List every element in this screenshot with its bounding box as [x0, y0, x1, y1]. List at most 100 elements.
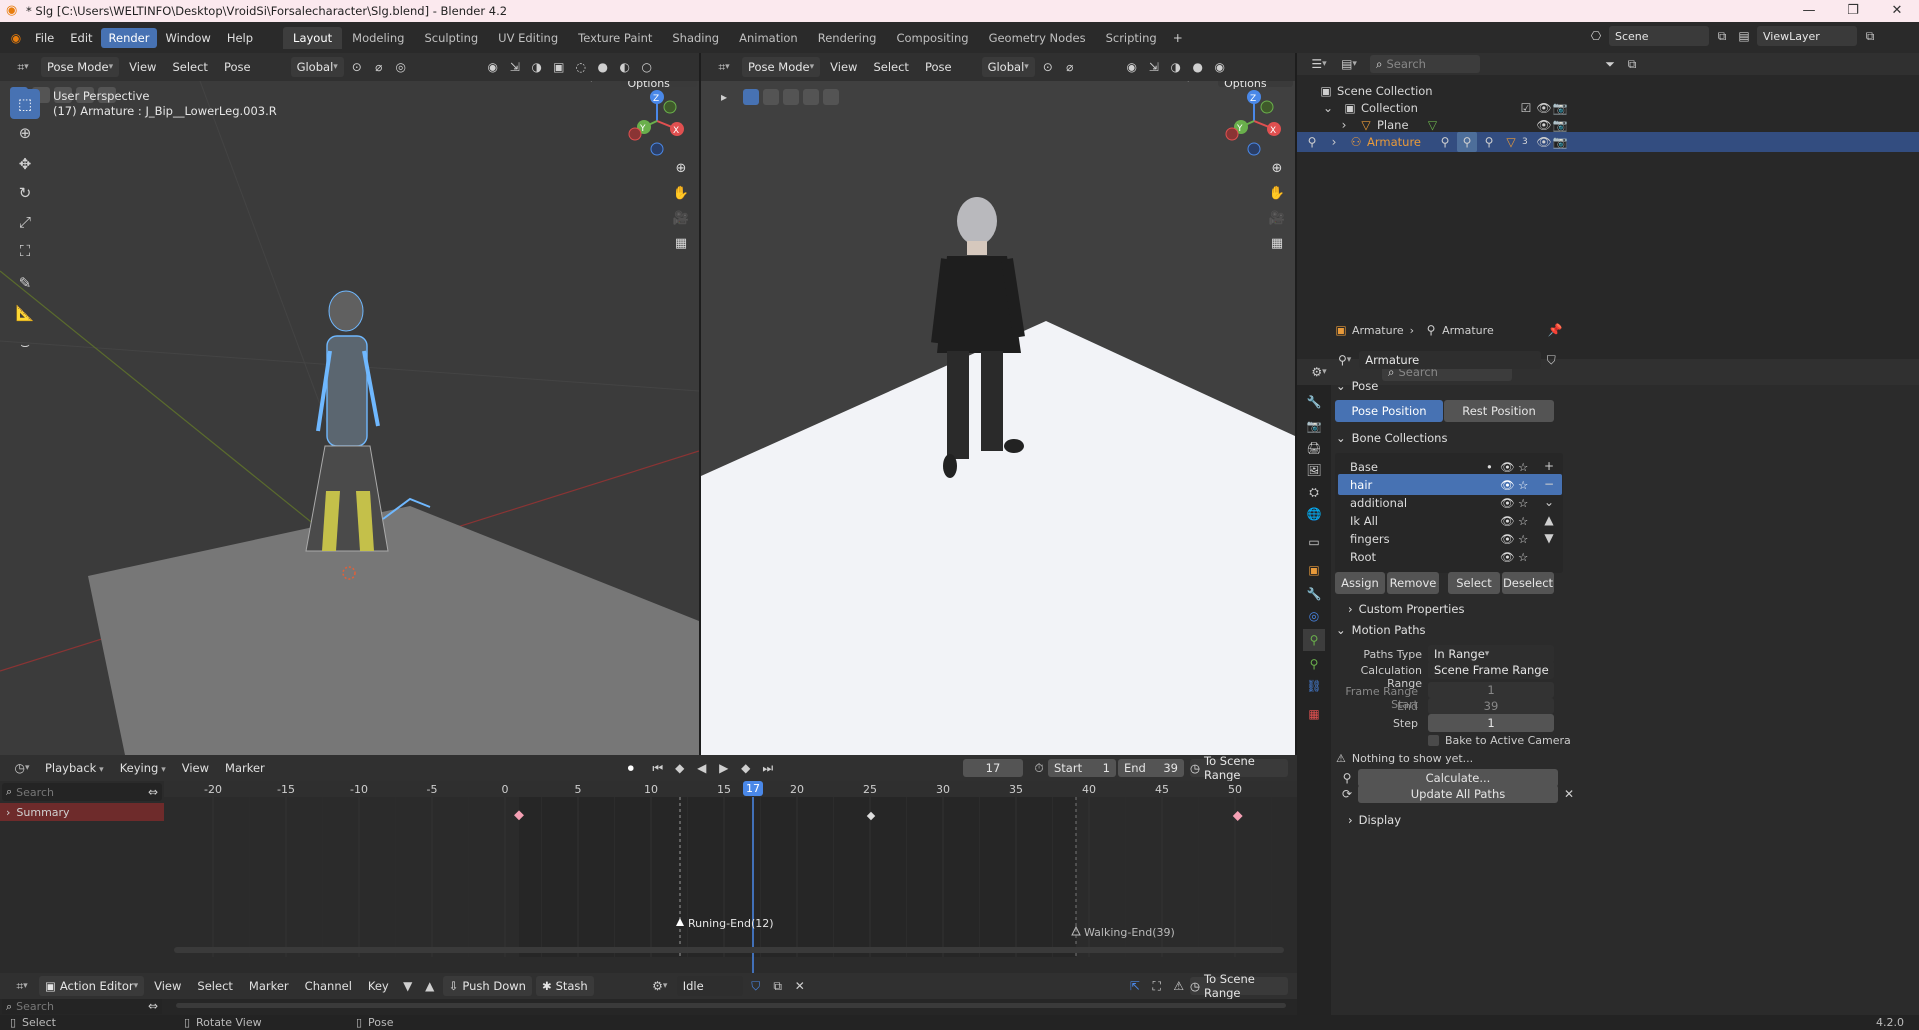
camera-view-icon-right[interactable]: 🎥 — [1265, 206, 1289, 230]
navigation-gizmo-right[interactable]: Z X Y — [1219, 89, 1289, 159]
zoom-icon-right[interactable]: ⊕ — [1265, 156, 1289, 180]
dopesheet-graph[interactable]: -20 -15 -10 -5 0 5 10 15 20 25 30 35 40 45 50 17 Runin… — [164, 781, 1297, 973]
properties-editor-type-icon[interactable]: ⚙ — [1305, 362, 1333, 382]
pose-options-dropdown-right[interactable]: Pose Options — [1218, 81, 1294, 90]
tab-texture-paint[interactable]: Texture Paint — [568, 27, 662, 49]
camera-icon[interactable]: 📷 — [1550, 132, 1570, 152]
visibility-icon[interactable]: ◉ — [483, 57, 503, 77]
add-workspace-icon[interactable]: + — [1168, 28, 1188, 48]
view-layer-selector[interactable]: ViewLayer — [1757, 26, 1857, 46]
checkbox-box[interactable] — [1428, 735, 1439, 746]
select-menu-right[interactable]: Select — [865, 60, 916, 74]
bone-tab-icon[interactable]: ⚲ — [1303, 653, 1325, 675]
star-icon[interactable]: ☆ — [1518, 550, 1528, 564]
pivot-icon[interactable]: ⊙ — [347, 57, 367, 77]
view-layer-tab-icon[interactable]: 🖼 — [1303, 459, 1325, 481]
summary-channel[interactable]: › Summary — [0, 803, 164, 821]
ae-key-menu[interactable]: Key — [360, 979, 397, 993]
eye-icon[interactable]: 👁 — [1500, 550, 1515, 564]
pose-mode-icon[interactable]: ⚲ — [1302, 132, 1322, 152]
mirror-x-icon[interactable]: X — [602, 81, 619, 87]
scene-tab-icon[interactable]: ⛭ — [1303, 481, 1325, 503]
stash-button[interactable]: ✱ Stash — [535, 976, 594, 996]
tool-annotate[interactable]: ✎ — [10, 268, 40, 298]
editor-type-icon[interactable]: ⌗ — [8, 57, 38, 77]
star-icon[interactable]: ☆ — [1518, 478, 1528, 492]
mode-selector[interactable]: Pose Mode — [41, 57, 120, 77]
armature-name-field[interactable]: Armature — [1359, 351, 1541, 369]
maximize-button[interactable]: ❐ — [1831, 0, 1875, 22]
select-invert-icon-right[interactable] — [803, 89, 819, 105]
eye-icon[interactable]: 👁 — [1500, 478, 1515, 492]
playback-menu[interactable]: Playback — [37, 761, 112, 775]
interpolation-icon[interactable]: ▼ — [398, 976, 418, 996]
select-button[interactable]: Select — [1448, 572, 1500, 594]
blender-menu-icon[interactable]: ◉ — [6, 28, 26, 48]
navigation-gizmo[interactable]: Z X Y — [622, 89, 692, 159]
modifier-tab-icon[interactable]: 🔧 — [1303, 583, 1325, 605]
tool-cursor[interactable]: ⊕ — [10, 118, 40, 148]
gizmo-toggle-icon[interactable]: ⇲ — [505, 57, 525, 77]
start-frame-field[interactable]: Start 1 — [1048, 759, 1116, 777]
to-scene-range-button[interactable]: ◷ To Scene Range — [1190, 754, 1288, 782]
action-editor-type-icon[interactable]: ⌗ — [8, 976, 36, 996]
menu-help[interactable]: Help — [219, 31, 261, 45]
action-browse-icon[interactable]: ⚙ — [646, 976, 674, 996]
action-editor-mode-selector[interactable]: ▣ Action Editor — [39, 976, 145, 996]
ae-scrollbar[interactable] — [176, 1003, 1286, 1008]
pose-position-button[interactable]: Pose Position — [1335, 400, 1443, 422]
up-icon[interactable]: ▲ — [420, 976, 440, 996]
star-icon[interactable]: ☆ — [1518, 496, 1528, 510]
remove-button[interactable]: Remove — [1387, 572, 1439, 594]
stopwatch-icon[interactable]: ⏱ — [1029, 758, 1049, 778]
unlink-action-icon[interactable]: ✕ — [790, 976, 810, 996]
star-icon[interactable]: ☆ — [1518, 532, 1528, 546]
shading-solid-icon-right[interactable]: ● — [1188, 57, 1208, 77]
tab-uv-editing[interactable]: UV Editing — [488, 27, 568, 49]
jump-end-icon[interactable]: ⏭ — [758, 758, 778, 778]
mode-selector-right[interactable]: Pose Mode — [742, 57, 821, 77]
proportional-icon[interactable]: ◎ — [391, 57, 411, 77]
menu-render[interactable]: Render — [100, 27, 158, 48]
record-icon[interactable]: ⏺ — [621, 758, 641, 778]
orientation-selector-right[interactable]: Global — [981, 57, 1035, 77]
timeline-editor[interactable]: ◷ Playback Keying View Marker ⏺ ⏮ ◆ ◀ ▶ … — [0, 754, 1297, 973]
menu-window[interactable]: Window — [157, 31, 218, 45]
assign-button[interactable]: Assign — [1335, 572, 1385, 594]
motion-paths-header[interactable]: ⌄ Motion Paths — [1330, 618, 1910, 642]
eye-icon[interactable]: 👁 — [1500, 514, 1515, 528]
end-frame-field[interactable]: End 39 — [1118, 759, 1184, 777]
snap-icon[interactable]: ⌀ — [369, 57, 389, 77]
timeline-view-menu[interactable]: View — [174, 761, 217, 775]
tool-tab-icon[interactable]: 🔧 — [1303, 391, 1325, 413]
physics-tab-icon[interactable]: ◎ — [1303, 605, 1325, 627]
ae-to-scene-range-button[interactable]: ◷ To Scene Range — [1190, 972, 1288, 1000]
channel-search-input[interactable]: ⌕ Search — [2, 783, 162, 801]
output-tab-icon[interactable]: 🖨 — [1303, 437, 1325, 459]
tab-sculpting[interactable]: Sculpting — [414, 27, 488, 49]
shading-wire-icon[interactable]: ◌ — [571, 57, 591, 77]
gizmo-toggle-icon-right[interactable]: ⇲ — [1144, 57, 1164, 77]
snap-icon-right[interactable]: ⌀ — [1060, 57, 1080, 77]
shading-material-icon[interactable]: ◐ — [615, 57, 635, 77]
scene-selector[interactable]: Scene — [1609, 26, 1709, 46]
ae-marker-menu[interactable]: Marker — [241, 979, 297, 993]
camera-view-icon[interactable]: 🎥 — [669, 206, 693, 230]
ortho-grid-icon[interactable]: ▦ — [669, 231, 693, 255]
render-tab-icon[interactable]: 📷 — [1303, 415, 1325, 437]
outliner-editor-type-icon[interactable]: ☰ — [1305, 54, 1333, 74]
tab-compositing[interactable]: Compositing — [886, 27, 978, 49]
chevron-right-icon[interactable]: › — [1324, 132, 1344, 152]
pin-icon[interactable]: 📌 — [1545, 320, 1565, 340]
marker-running-end[interactable]: Runing-End(12) — [688, 917, 774, 930]
menu-file[interactable]: File — [27, 31, 62, 45]
jump-start-icon[interactable]: ⏮ — [648, 758, 668, 778]
viewport-right[interactable]: ▸ › ⬢ ⚙ X Pose Options Z X Y ⊕ ✋ 🎥 ▦ — [701, 81, 1295, 755]
step-field[interactable]: 1 — [1428, 714, 1554, 732]
tab-animation[interactable]: Animation — [729, 27, 808, 49]
zoom-icon[interactable]: ⊕ — [669, 156, 693, 180]
xray-icon[interactable]: ▣ — [549, 57, 569, 77]
shading-solid-icon[interactable]: ● — [593, 57, 613, 77]
orientation-selector[interactable]: Global — [290, 57, 344, 77]
toolbar-toggle-icon[interactable]: ▸ — [714, 87, 734, 107]
